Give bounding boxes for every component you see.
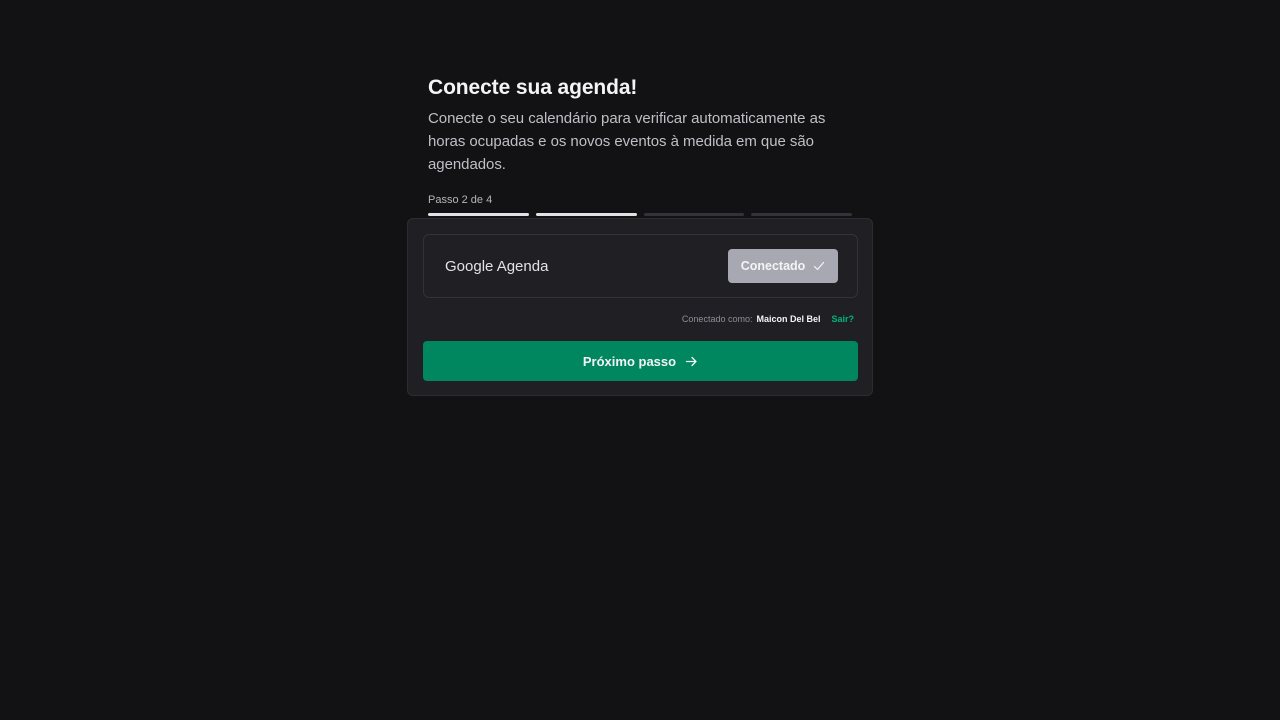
step-segment (535, 213, 637, 216)
connected-user-name: Maicon Del Bel (756, 314, 821, 324)
step-segment (643, 213, 745, 216)
calendar-provider-row: Google Agenda Conectado (423, 234, 858, 298)
step-progress-bar (428, 213, 852, 216)
check-icon (814, 261, 825, 271)
step-label: Passo 2 de 4 (428, 194, 493, 206)
connected-button[interactable]: Conectado (728, 249, 838, 283)
page-title: Conecte sua agenda! (428, 76, 638, 99)
page-subtitle: Conecte o seu calendário para verificar … (428, 110, 826, 173)
connect-card: Google Agenda Conectado Conectado como: … (407, 218, 873, 396)
step-segment (428, 213, 529, 216)
step-indicator: Passo 2 de 4 (428, 193, 852, 216)
next-step-button[interactable]: Próximo passo (423, 341, 858, 381)
arrow-right-icon (685, 356, 697, 366)
signout-link[interactable]: Sair? (831, 314, 854, 324)
next-step-label: Próximo passo (582, 353, 677, 369)
step-segment (751, 213, 852, 216)
header-section: Conecte sua agenda! Conecte o seu calend… (428, 74, 852, 216)
connected-as-label: Conectado como: (681, 314, 753, 324)
connected-as-info: Conectado como: Maicon Del Bel Sair? (682, 314, 854, 324)
provider-name: Google Agenda (445, 257, 549, 275)
connected-button-label: Conectado (740, 259, 806, 273)
